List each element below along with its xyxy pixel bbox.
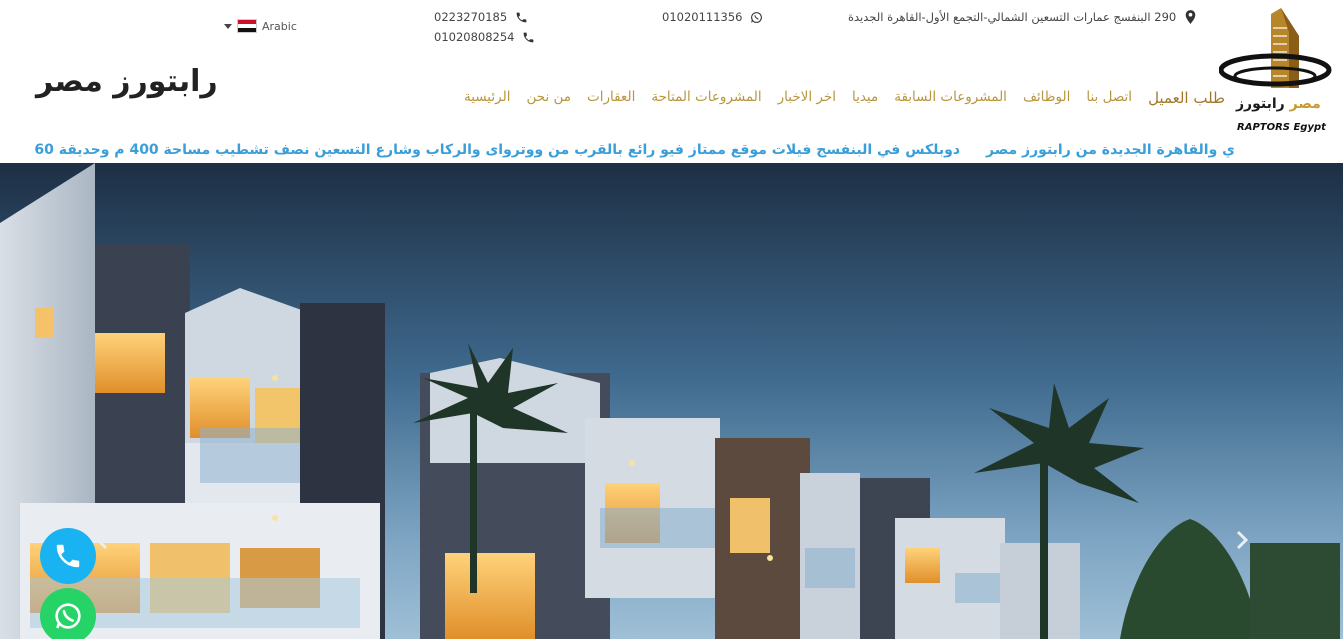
chevron-right-icon	[1236, 530, 1249, 550]
egypt-flag-icon	[237, 19, 257, 33]
nav-latest-news[interactable]: اخر الاخبار	[778, 89, 836, 107]
phone-1-number[interactable]: 0223270185	[434, 10, 507, 24]
top-bar: Arabic 0223270185 01020808254 0102011135…	[0, 0, 1343, 50]
nav-about[interactable]: من نحن	[526, 89, 571, 107]
address-text: 290 البنفسج عمارات التسعين الشمالي-التجم…	[848, 10, 1177, 24]
brand-logo[interactable]	[1218, 6, 1337, 138]
nav-available-projects[interactable]: المشروعات المتاحة	[651, 89, 761, 107]
brand-english-name: RAPTORS Egypt	[1237, 122, 1326, 133]
language-selector[interactable]: Arabic	[224, 19, 297, 33]
site-title[interactable]: رابتورز مصر	[36, 64, 218, 99]
nav-previous-projects[interactable]: المشروعات السابقة	[894, 89, 1007, 107]
brand-arabic-name: مصر رابتورز	[1236, 96, 1321, 112]
whatsapp-number[interactable]: 01020111356	[662, 10, 742, 24]
ticker-track: ي والقاهرة الجديدة من رابتورز مصر دوبلكس…	[34, 142, 1235, 158]
address-contact: 290 البنفسج عمارات التسعين الشمالي-التجم…	[848, 10, 1197, 24]
phone-1-contact[interactable]: 0223270185	[434, 10, 528, 24]
phone-2-number[interactable]: 01020808254	[434, 30, 514, 44]
whatsapp-float-button[interactable]	[40, 588, 96, 639]
nav-jobs[interactable]: الوظائف	[1023, 89, 1070, 107]
slider-next-arrow[interactable]	[1232, 528, 1252, 552]
phone-icon	[522, 31, 535, 44]
phone-icon	[56, 544, 80, 568]
phone-icon	[515, 11, 528, 24]
map-marker-icon	[1184, 10, 1197, 24]
hero-slider[interactable]	[0, 163, 1343, 639]
main-nav: الرئيسية من نحن العقارات المشروعات المتا…	[464, 89, 1225, 107]
phone-2-contact[interactable]: 01020808254	[434, 30, 535, 44]
whatsapp-icon	[55, 603, 81, 629]
ticker-item[interactable]: ي والقاهرة الجديدة من رابتورز مصر	[986, 142, 1235, 158]
nav-client-request[interactable]: طلب العميل	[1148, 89, 1225, 107]
nav-properties[interactable]: العقارات	[587, 89, 635, 107]
hero-villa-image	[0, 163, 1343, 639]
nav-media[interactable]: ميديا	[852, 89, 878, 107]
language-label: Arabic	[262, 19, 297, 33]
news-ticker[interactable]: ي والقاهرة الجديدة من رابتورز مصر دوبلكس…	[0, 141, 1235, 163]
caret-down-icon	[224, 23, 232, 29]
whatsapp-icon	[750, 11, 763, 24]
ticker-item[interactable]: دوبلكس في البنفسج فيلات موقع ممتاز فيو ر…	[34, 142, 960, 158]
building-logo-icon	[1218, 8, 1332, 88]
nav-home[interactable]: الرئيسية	[464, 89, 511, 107]
nav-contact[interactable]: اتصل بنا	[1086, 89, 1132, 107]
call-float-button[interactable]	[40, 528, 96, 584]
whatsapp-contact[interactable]: 01020111356	[662, 10, 763, 24]
